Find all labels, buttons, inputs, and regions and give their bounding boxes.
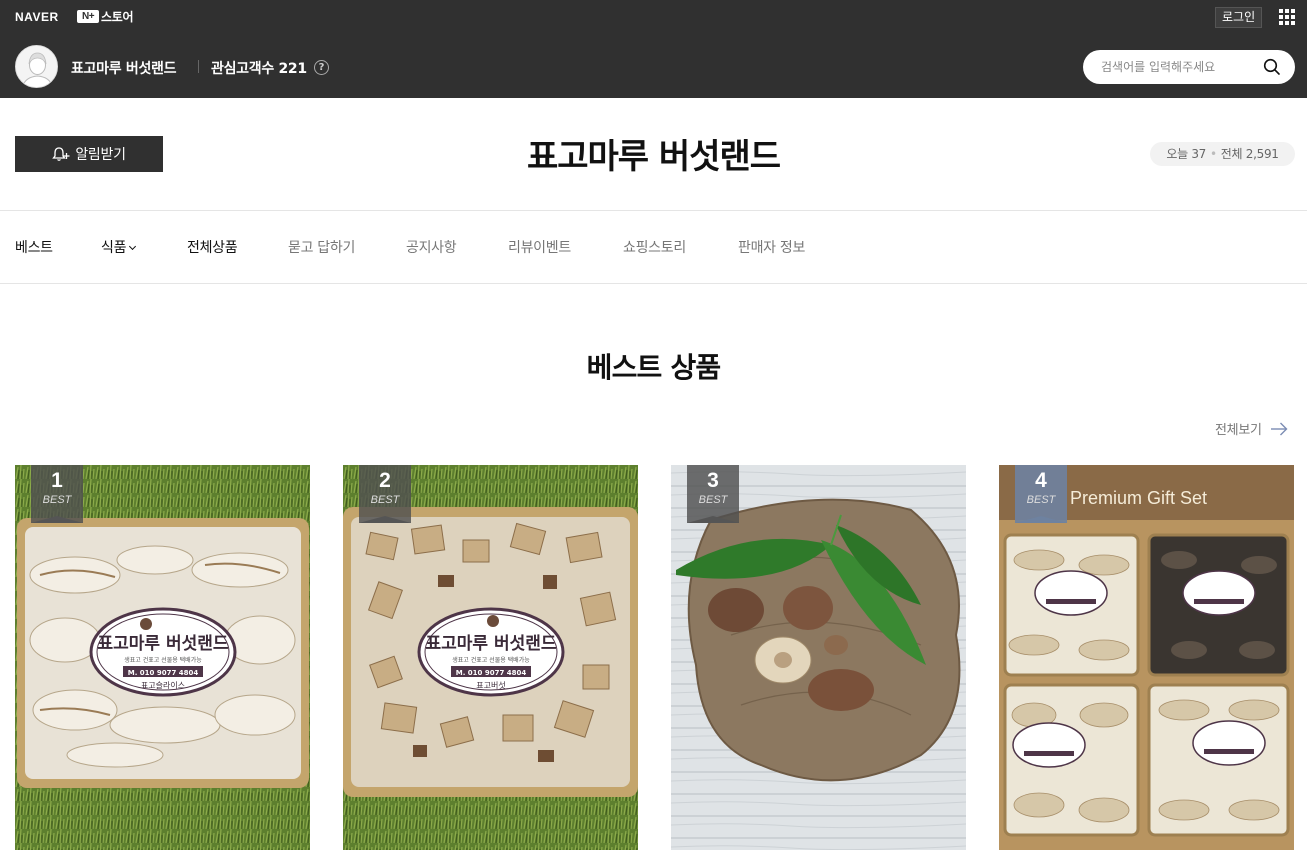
apps-grid-icon[interactable] [1279, 9, 1295, 25]
nav-best[interactable]: 베스트 [15, 237, 53, 257]
divider [0, 283, 1307, 284]
nav-notice[interactable]: 공지사항 [406, 237, 457, 257]
visitor-today: 오늘 37 [1166, 147, 1207, 161]
nav-all-products[interactable]: 전체상품 [187, 237, 238, 257]
visitor-sep: • [1210, 147, 1217, 161]
view-all-label: 전체보기 [1215, 423, 1262, 438]
rank-number: 2 [379, 469, 391, 492]
label-sub: 생표고 건표고 선물용 택배가능 [452, 656, 530, 664]
label-kind: 표고슬라이스 [141, 680, 185, 690]
product-card[interactable]: 표고마루 버섯랜드 생표고 건표고 선물용 택배가능 M. 010 9077 4… [343, 465, 638, 850]
label-phone: M. 010 9077 4804 [128, 669, 199, 677]
rank-number: 1 [51, 469, 63, 492]
rank-number: 4 [1035, 469, 1047, 492]
store-logo-text: 스토어 [101, 9, 134, 24]
rank-number: 3 [707, 469, 719, 492]
search-box [1083, 50, 1295, 84]
nplus-icon: N+ [77, 9, 99, 23]
nav-shopping-story[interactable]: 쇼핑스토리 [623, 237, 686, 257]
nav-qna[interactable]: 묻고 답하기 [288, 237, 355, 257]
best-label: BEST [370, 494, 400, 506]
arrow-right-icon [1270, 422, 1288, 435]
store-profile-avatar[interactable] [15, 45, 58, 88]
product-card[interactable]: 표고마루 버섯랜드 생표고 건표고 선물용 택배가능 M. 010 9077 4… [15, 465, 310, 850]
naver-logo[interactable]: NAVER [15, 10, 59, 24]
search-icon[interactable] [1263, 58, 1281, 76]
product-card[interactable]: Premium Gift Set 4 BEST [999, 465, 1294, 850]
help-icon[interactable]: ? [314, 60, 329, 75]
best-label: BEST [698, 494, 728, 506]
label-name: 표고마루 버섯랜드 [97, 634, 228, 654]
chevron-down-icon [129, 242, 137, 251]
search-input[interactable] [1101, 58, 1261, 76]
view-all-link[interactable]: 전체보기 [1215, 419, 1288, 438]
best-badge: 1 BEST [31, 465, 83, 523]
label-kind: 표고버섯 [476, 680, 505, 690]
best-badge: 2 BEST [359, 465, 411, 523]
visitor-count: 오늘 37 • 전체 2,591 [1150, 142, 1295, 166]
bell-plus-icon [52, 147, 70, 161]
nplus-store-logo[interactable]: N+ 스토어 [77, 8, 134, 24]
interest-count: 관심고객수 221 [211, 61, 307, 77]
best-badge: 3 BEST [687, 465, 739, 523]
nav-seller-info[interactable]: 판매자 정보 [738, 237, 805, 257]
divider [0, 210, 1307, 211]
label-sub: 생표고 건표고 선물용 택배가능 [124, 656, 202, 664]
section-title: 베스트 상품 [586, 351, 722, 384]
label-name: 표고마루 버섯랜드 [425, 634, 556, 654]
best-badge: 4 BEST [1015, 465, 1067, 523]
best-label: BEST [1026, 494, 1056, 506]
product-card[interactable]: 3 BEST [671, 465, 966, 850]
global-nav-bar [0, 0, 1307, 34]
login-button[interactable]: 로그인 [1215, 7, 1263, 28]
nav-food[interactable]: 식품 [101, 237, 137, 257]
label-phone: M. 010 9077 4804 [456, 669, 527, 677]
nav-food-label: 식품 [101, 240, 127, 256]
divider [198, 60, 199, 73]
best-label: BEST [42, 494, 72, 506]
gift-set-text: Premium Gift Set [1070, 488, 1207, 508]
notify-button[interactable]: 알림받기 [15, 136, 163, 172]
visitor-total: 전체 2,591 [1220, 147, 1279, 161]
nav-review-event[interactable]: 리뷰이벤트 [508, 237, 571, 257]
store-title: 표고마루 버섯랜드 [526, 137, 781, 177]
store-name-link[interactable]: 표고마루 버섯랜드 [71, 58, 177, 78]
notify-label: 알림받기 [75, 147, 126, 163]
